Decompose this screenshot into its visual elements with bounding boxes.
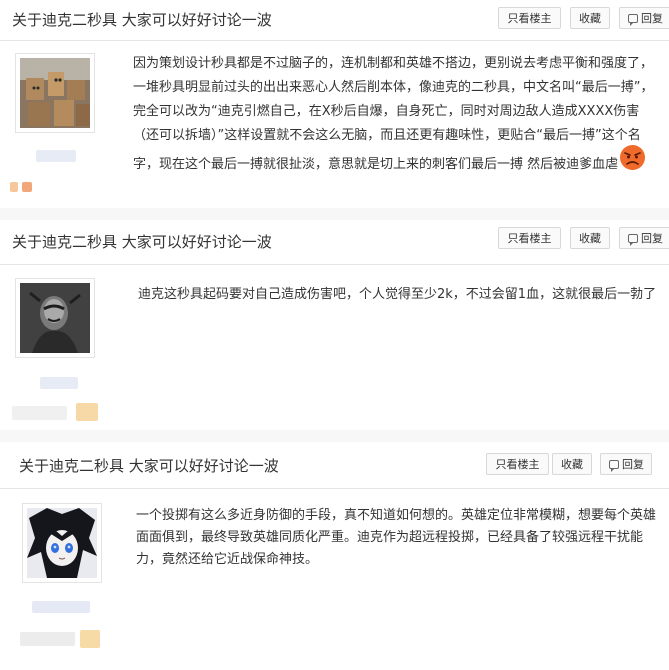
avatar-boxes-image bbox=[20, 58, 90, 128]
level-badge-blurred bbox=[22, 182, 32, 192]
divider bbox=[0, 264, 669, 265]
angry-face-icon bbox=[620, 145, 645, 170]
level-badge-blurred bbox=[76, 403, 98, 421]
level-badge-blurred bbox=[10, 182, 18, 192]
collect-button[interactable]: 收藏 bbox=[570, 7, 610, 29]
avatar[interactable] bbox=[15, 278, 95, 358]
only-op-button[interactable]: 只看楼主 bbox=[486, 453, 549, 475]
thread-card-2: 关于迪克二秒具 大家可以好好讨论一波 只看楼主 收藏 回复 迪克这秒具起码要对自… bbox=[0, 220, 669, 430]
post-line: 一个投掷有这么多近身防御的手段，真不知道如何想的。英雄定位非常模糊，想要每个英雄 bbox=[136, 508, 657, 523]
thread-title: 关于迪克二秒具 大家可以好好讨论一波 bbox=[19, 457, 279, 475]
post-line: （还可以拆墙）”这样设置就不会这么无脑，而且还更有趣味性，更贴合“最后一搏”这个… bbox=[133, 128, 641, 143]
only-op-button[interactable]: 只看楼主 bbox=[498, 7, 561, 29]
username-blurred bbox=[36, 150, 76, 162]
only-op-button[interactable]: 只看楼主 bbox=[498, 227, 561, 249]
reply-label: 回复 bbox=[641, 12, 663, 25]
avatar[interactable] bbox=[22, 503, 102, 583]
username-blurred bbox=[32, 601, 90, 613]
level-badge-blurred bbox=[80, 630, 100, 648]
avatar-dark-figure-image bbox=[20, 283, 90, 353]
user-info-blurred bbox=[12, 406, 67, 420]
reply-label: 回复 bbox=[622, 458, 644, 471]
reply-button[interactable]: 回复 bbox=[600, 453, 652, 475]
reply-label: 回复 bbox=[641, 232, 663, 245]
post-line: 因为策划设计秒具都是不过脑子的，连机制都和英雄不搭边，更别说去考虑平衡和强度了， bbox=[133, 56, 654, 71]
thread-card-3: 关于迪克二秒具 大家可以好好讨论一波 只看楼主 收藏 回复 一个投掷有这么多近身… bbox=[0, 442, 669, 670]
speech-bubble-icon bbox=[609, 460, 619, 472]
reply-button[interactable]: 回复 bbox=[619, 227, 669, 249]
divider bbox=[0, 488, 669, 489]
user-info-blurred bbox=[20, 632, 75, 646]
post-line: 字，现在这个最后一搏就很扯淡，意思就是切上来的刺客们最后一搏 然后被迪爹血虐 bbox=[133, 157, 619, 172]
collect-button[interactable]: 收藏 bbox=[570, 227, 610, 249]
post-line: 力，竟然还给它近战保命神技。 bbox=[136, 552, 319, 567]
thread-title: 关于迪克二秒具 大家可以好好讨论一波 bbox=[12, 233, 272, 251]
username-blurred bbox=[40, 377, 78, 389]
speech-bubble-icon bbox=[628, 14, 638, 26]
divider bbox=[0, 40, 669, 41]
avatar-anime-character-image bbox=[27, 508, 97, 578]
post-line: 完全可以改为“迪克引燃自己，在X秒后自爆，自身死亡，同时对周边敌人造成XXXX伤… bbox=[133, 104, 640, 119]
avatar[interactable] bbox=[15, 53, 95, 133]
thread-card-1: 关于迪克二秒具 大家可以好好讨论一波 只看楼主 收藏 回复 因为策划设计秒具都是… bbox=[0, 0, 669, 208]
speech-bubble-icon bbox=[628, 234, 638, 246]
collect-button[interactable]: 收藏 bbox=[552, 453, 592, 475]
reply-button[interactable]: 回复 bbox=[619, 7, 669, 29]
post-line: 一堆秒具明显前过头的出出来恶心人然后削本体，像迪克的二秒具，中文名叫“最后一搏”… bbox=[133, 80, 654, 95]
thread-title: 关于迪克二秒具 大家可以好好讨论一波 bbox=[12, 11, 272, 29]
thread-gap bbox=[0, 430, 669, 442]
thread-gap bbox=[0, 208, 669, 220]
post-line: 面面俱到，最终导致英雄同质化严重。迪克作为超远程投掷，已经具备了较强远程干扰能 bbox=[136, 530, 644, 545]
post-line: 迪克这秒具起码要对自己造成伤害吧，个人觉得至少2k，不过会留1血，这就很最后一勃… bbox=[138, 287, 657, 302]
